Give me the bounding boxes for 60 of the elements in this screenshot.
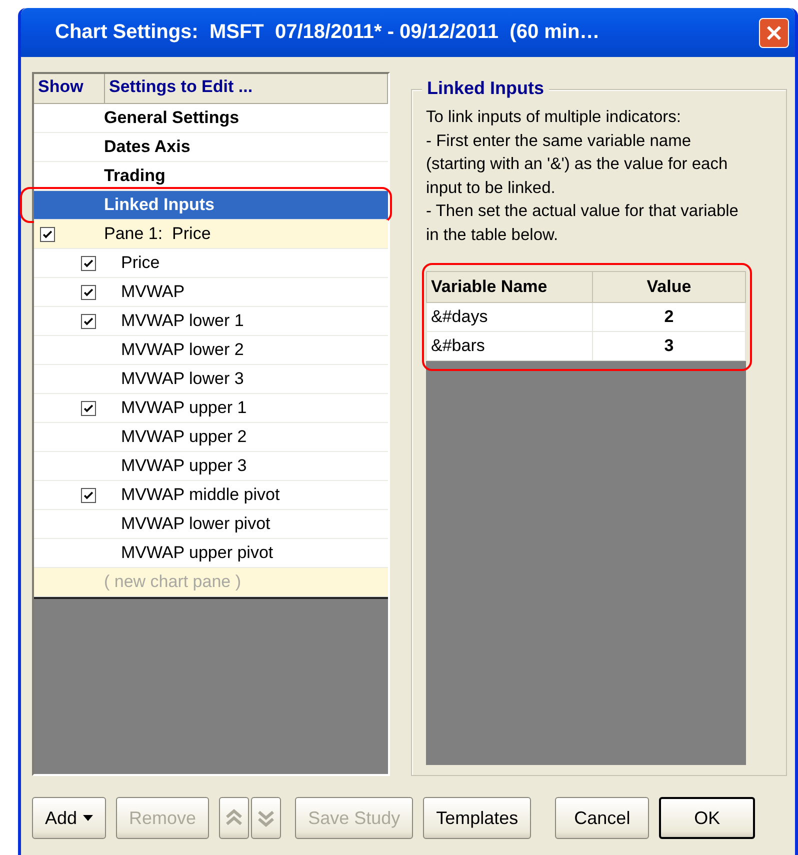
indicator-row[interactable]: MVWAP upper 1 xyxy=(34,394,388,423)
row-label: Linked Inputs xyxy=(104,195,214,214)
row-label: MVWAP upper 3 xyxy=(121,456,247,475)
checkbox[interactable] xyxy=(40,226,55,242)
indicator-row[interactable]: MVWAP lower 1 xyxy=(34,307,388,336)
indicator-row[interactable]: MVWAP upper 2 xyxy=(34,423,388,452)
row-label: MVWAP upper pivot xyxy=(121,543,274,562)
close-icon xyxy=(766,24,782,40)
settings-row[interactable]: Dates Axis xyxy=(34,133,388,162)
checkbox[interactable] xyxy=(81,400,96,416)
indicator-row[interactable]: MVWAP upper pivot xyxy=(34,539,388,568)
row-label: MVWAP xyxy=(121,282,185,301)
row-label: MVWAP lower 1 xyxy=(121,311,244,330)
button[interactable]: Templates xyxy=(423,797,532,839)
checkbox[interactable] xyxy=(81,488,96,502)
row-label: General Settings xyxy=(104,108,240,127)
row-label: Dates Axis xyxy=(104,137,190,156)
checkbox[interactable] xyxy=(81,256,96,270)
indicator-row[interactable]: MVWAP upper 3 xyxy=(34,452,388,481)
instruction-text: - Then set the actual value for that variable in the table below. xyxy=(426,201,740,246)
double-chevron-up-icon xyxy=(225,808,244,828)
double-chevron-down-icon xyxy=(257,808,276,828)
button[interactable]: OK xyxy=(659,797,756,839)
table-cell: &#days xyxy=(426,302,592,332)
settings-row[interactable]: General Settings xyxy=(34,104,388,133)
row-label: MVWAP lower pivot xyxy=(121,514,270,533)
indicator-row[interactable]: MVWAP middle pivot xyxy=(34,481,388,510)
row-label: Price xyxy=(121,253,160,272)
row-label: MVWAP lower 3 xyxy=(121,369,244,388)
indicator-row[interactable]: MVWAP lower pivot xyxy=(34,510,388,539)
group-title: Linked Inputs xyxy=(422,78,549,99)
indicator-row[interactable]: MVWAP xyxy=(34,278,388,307)
row-label: Trading xyxy=(104,166,166,185)
row-label: Pane 1: Price xyxy=(104,224,211,243)
row-label: MVWAP upper 2 xyxy=(121,427,247,446)
close-button[interactable] xyxy=(759,18,789,48)
checkbox[interactable] xyxy=(81,314,96,328)
indicator-row[interactable]: Price xyxy=(34,249,388,278)
window-title: Chart Settings: MSFT 07/18/2011* - 09/12/2011 (60 min… xyxy=(55,21,601,44)
pane-row[interactable]: Pane 1: Price xyxy=(34,220,388,249)
column-header: Show xyxy=(34,74,105,103)
row-label: MVWAP upper 1 xyxy=(121,398,247,417)
instruction-text: To link inputs of multiple indicators: xyxy=(426,107,682,128)
row-label: ( new chart pane ) xyxy=(104,572,242,591)
indicator-row[interactable]: MVWAP lower 2 xyxy=(34,336,388,365)
checkbox[interactable] xyxy=(81,284,96,300)
row-label: MVWAP middle pivot xyxy=(121,485,280,504)
table-cell: 3 xyxy=(592,332,746,360)
dropdown-button[interactable]: Add xyxy=(32,797,106,839)
instruction-text: - First enter the same variable name (starting with an '&') as the value for each input to be linked. xyxy=(426,130,729,198)
settings-row[interactable]: Trading xyxy=(34,162,388,191)
column-header: Variable Name xyxy=(426,272,592,302)
button[interactable]: Cancel xyxy=(555,797,650,839)
table-cell: 2 xyxy=(592,302,746,332)
row-label: MVWAP lower 2 xyxy=(121,340,244,359)
column-header: Value xyxy=(592,272,746,302)
indicator-row[interactable]: MVWAP lower 3 xyxy=(34,365,388,394)
table-cell: &#bars xyxy=(426,332,592,360)
caret-icon xyxy=(83,815,94,821)
column-header: Settings to Edit ... xyxy=(105,74,388,103)
